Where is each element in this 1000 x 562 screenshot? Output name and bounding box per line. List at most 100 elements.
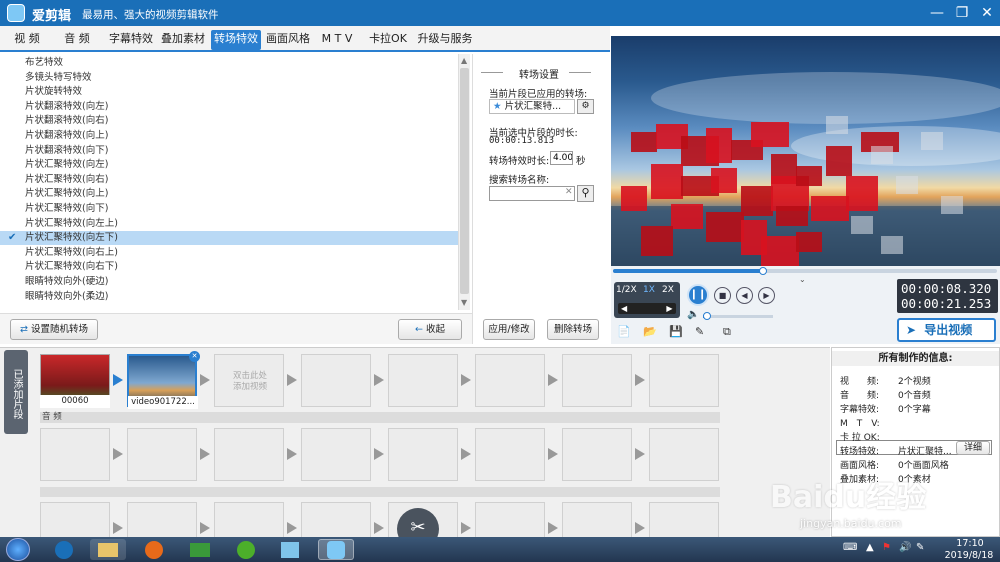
tray-shield-icon[interactable]: ⚑	[882, 542, 891, 553]
previous-icon[interactable]: ◀	[736, 287, 753, 304]
transition-arrow-icon[interactable]	[548, 448, 558, 460]
transition-arrow-icon[interactable]	[548, 374, 558, 386]
effect-list-item[interactable]: 片状汇聚特效(向右)	[0, 173, 458, 187]
tab-transition-effects[interactable]: 转场特效	[211, 30, 261, 50]
search-transition-input[interactable]	[489, 186, 575, 201]
tab-overlay-material[interactable]: 叠加素材	[158, 30, 208, 50]
speed-1x[interactable]: 1X	[643, 285, 655, 295]
effect-list-item[interactable]: 片状汇聚特效(向左)	[0, 158, 458, 172]
tab-mtv[interactable]: M T V	[314, 30, 360, 50]
timeline-slot[interactable]	[301, 354, 371, 407]
clear-search-icon[interactable]: ✕	[565, 187, 573, 197]
pause-icon[interactable]: ❙❙	[687, 284, 709, 306]
transition-arrow-icon[interactable]	[113, 522, 123, 534]
search-icon[interactable]: ⚲	[577, 185, 594, 202]
transition-arrow-icon[interactable]	[374, 374, 384, 386]
volume-track[interactable]	[703, 315, 773, 318]
transition-arrow-icon[interactable]	[287, 448, 297, 460]
restore-icon[interactable]: ❐	[951, 3, 973, 23]
transition-arrow-icon[interactable]	[635, 448, 645, 460]
stop-icon[interactable]: ■	[714, 287, 731, 304]
timeline-slot[interactable]	[562, 428, 632, 481]
frame-step-bar[interactable]: ◀ ▶	[618, 303, 676, 314]
effect-list-item[interactable]: 眼睛特效向外(柔边)	[0, 290, 458, 304]
timeline-slot[interactable]	[40, 428, 110, 481]
speed-2x[interactable]: 2X	[662, 285, 674, 295]
transition-arrow-icon[interactable]	[200, 522, 210, 534]
video-preview[interactable]	[611, 36, 1000, 266]
update-icon[interactable]	[228, 539, 264, 560]
transition-arrow-icon[interactable]	[374, 448, 384, 460]
speed-half[interactable]: 1/2X	[616, 285, 637, 295]
effect-list-item[interactable]: 片状汇聚特效(向右下)	[0, 260, 458, 274]
tray-expand-icon[interactable]: ▲	[866, 542, 874, 553]
media-player-icon[interactable]	[46, 539, 82, 560]
open-folder-icon[interactable]: 📂	[643, 325, 657, 338]
timeline-slot[interactable]	[214, 428, 284, 481]
tab-upgrade-service[interactable]: 升级与服务	[416, 30, 474, 50]
transition-arrow-icon[interactable]	[200, 374, 210, 386]
apply-modify-button[interactable]: 应用/修改	[483, 319, 535, 340]
timeline-slot[interactable]: 双击此处添加视频	[214, 354, 284, 407]
save-icon[interactable]: 💾	[669, 325, 683, 338]
transition-arrow-icon[interactable]	[548, 522, 558, 534]
notes-app-icon[interactable]	[272, 539, 308, 560]
random-transition-button[interactable]: ⇄ 设置随机转场	[10, 319, 98, 340]
transition-arrow-icon[interactable]	[287, 522, 297, 534]
minimize-icon[interactable]: —	[926, 3, 948, 23]
effect-list-item[interactable]: 眼睛特效向外(硬边)	[0, 275, 458, 289]
share-icon[interactable]: ⧉	[723, 325, 731, 339]
firefox-icon[interactable]	[136, 539, 172, 560]
transition-arrow-icon[interactable]	[200, 448, 210, 460]
effect-list-item[interactable]: 片状翻滚特效(向左)	[0, 100, 458, 114]
tab-video[interactable]: 视 频	[4, 30, 50, 50]
transition-arrow-icon[interactable]	[461, 374, 471, 386]
effect-list-item[interactable]: 片状翻滚特效(向上)	[0, 129, 458, 143]
timeline-slot[interactable]	[388, 354, 458, 407]
close-icon[interactable]: ✕	[976, 3, 998, 23]
new-project-icon[interactable]: 📄	[617, 325, 631, 338]
playback-progress-track[interactable]	[613, 269, 997, 273]
effect-list-item[interactable]: 片状翻滚特效(向右)	[0, 114, 458, 128]
video-app-icon[interactable]	[182, 539, 218, 560]
transition-arrow-icon[interactable]	[635, 374, 645, 386]
export-video-button[interactable]: ➤ 导出视频	[897, 318, 996, 342]
tab-subtitle-effects[interactable]: 字幕特效	[106, 30, 156, 50]
effect-list-item[interactable]: ✔ 片状汇聚特效(向左下)	[0, 231, 458, 246]
tray-keyboard-icon[interactable]: ⌨	[843, 542, 857, 553]
file-explorer-icon[interactable]	[90, 539, 126, 560]
effect-list-item[interactable]: 片状翻滚特效(向下)	[0, 144, 458, 158]
transition-arrow-icon[interactable]	[461, 522, 471, 534]
tab-audio[interactable]: 音 频	[54, 30, 100, 50]
transition-arrow-icon[interactable]	[287, 374, 297, 386]
timeline-slot[interactable]	[475, 354, 545, 407]
timeline-slot[interactable]	[475, 428, 545, 481]
scroll-up-icon[interactable]: ▲	[461, 56, 467, 65]
transition-arrow-icon[interactable]	[113, 448, 123, 460]
video-clip-thumbnail[interactable]: 00060	[40, 354, 110, 408]
tray-ime-icon[interactable]: ✎	[916, 542, 924, 553]
volume-thumb[interactable]	[702, 312, 711, 320]
timeline-slot[interactable]	[562, 354, 632, 407]
transition-arrow-icon[interactable]	[374, 522, 384, 534]
effect-list-scrollbar[interactable]: ▲ ▼	[458, 54, 470, 310]
effect-list-item[interactable]: 布艺特效	[0, 56, 458, 70]
effect-list-item[interactable]: 片状旋转特效	[0, 85, 458, 99]
effect-list-item[interactable]: 片状汇聚特效(向上)	[0, 187, 458, 201]
expand-chevron-icon[interactable]: ⌄	[799, 275, 806, 284]
aijianji-taskbar-icon[interactable]	[318, 539, 354, 560]
collapse-button[interactable]: ← 收起	[398, 319, 462, 340]
detail-button[interactable]: 详细	[956, 441, 990, 455]
timeline-slot[interactable]	[388, 428, 458, 481]
timeline-slot[interactable]	[301, 428, 371, 481]
effect-duration-input[interactable]	[550, 151, 573, 165]
timeline-slot[interactable]	[127, 428, 197, 481]
video-clip-thumbnail[interactable]: video901722... ✕	[127, 351, 200, 409]
start-button-icon[interactable]	[6, 538, 30, 561]
timeline-slot[interactable]	[649, 428, 719, 481]
volume-icon[interactable]: 🔈	[687, 309, 699, 320]
next-icon[interactable]: ▶	[758, 287, 775, 304]
scroll-down-icon[interactable]: ▼	[461, 298, 467, 307]
effect-list-item[interactable]: 多镜头特写特效	[0, 71, 458, 85]
tab-karaoke[interactable]: 卡拉OK	[365, 30, 411, 50]
